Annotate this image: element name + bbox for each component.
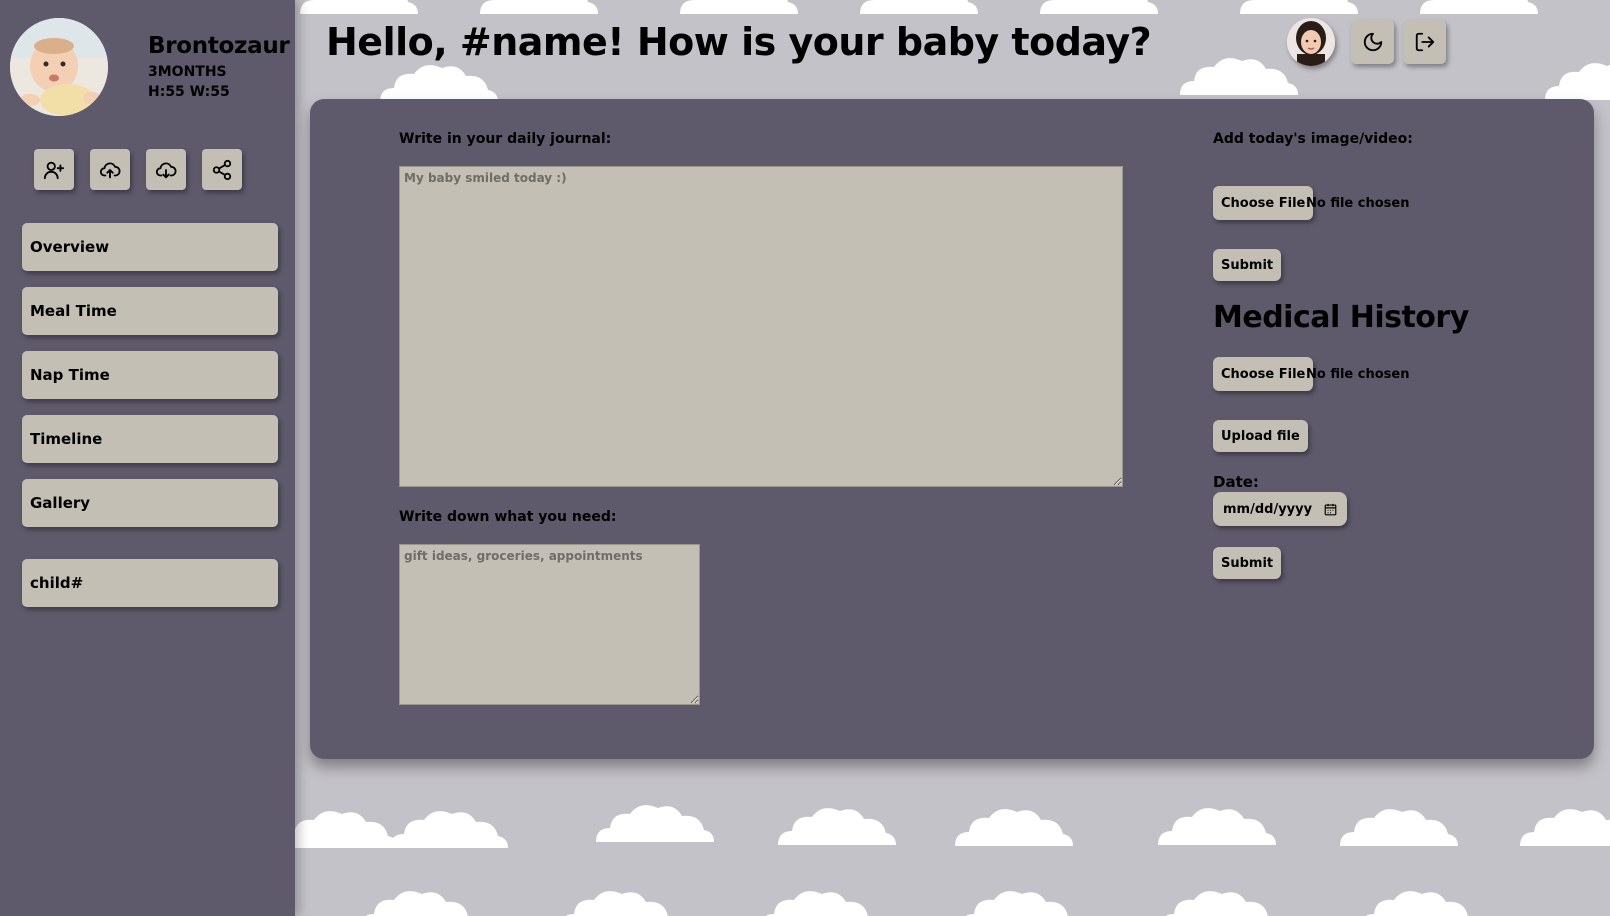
upload-file-button[interactable]: Upload file [1213, 420, 1308, 452]
baby-height-weight: H:55 W:55 [148, 84, 230, 100]
user-photo-icon [1287, 18, 1335, 66]
theme-toggle-button[interactable] [1351, 20, 1394, 64]
baby-name: Brontozaur [148, 33, 290, 59]
user-avatar[interactable] [1287, 18, 1335, 66]
date-placeholder: mm/dd/yyyy [1223, 501, 1313, 517]
date-input[interactable]: mm/dd/yyyy [1213, 492, 1347, 526]
add-user-icon [43, 161, 65, 179]
logout-button[interactable] [1403, 20, 1446, 64]
calendar-icon[interactable] [1324, 503, 1337, 516]
medical-submit-button[interactable]: Submit [1213, 547, 1282, 579]
date-label: Date: [1213, 473, 1259, 491]
baby-photo-icon [10, 18, 108, 116]
baby-age: 3MONTHS [148, 64, 227, 80]
journal-textarea[interactable] [399, 166, 1123, 487]
page-title: Hello, #name! How is your baby today? [326, 20, 1152, 64]
needs-label: Write down what you need: [399, 509, 617, 525]
nav-timeline[interactable]: Timeline [22, 415, 278, 463]
logout-icon [1415, 32, 1434, 52]
medical-history-heading: Medical History [1213, 300, 1469, 335]
media-label: Add today's image/video: [1213, 131, 1413, 147]
download-cloud-button[interactable] [146, 149, 186, 190]
journal-label: Write in your daily journal: [399, 131, 612, 147]
nav-child[interactable]: child# [22, 559, 278, 607]
add-user-button[interactable] [34, 149, 74, 190]
nav-gallery[interactable]: Gallery [22, 479, 278, 527]
main-panel: Write in your daily journal: Write down … [310, 99, 1594, 759]
media-choose-file-button[interactable]: Choose File [1213, 186, 1314, 220]
medical-choose-file-button[interactable]: Choose File [1213, 357, 1314, 391]
nav-nap-time[interactable]: Nap Time [22, 351, 278, 399]
media-file-status: No file chosen [1306, 196, 1410, 211]
share-icon [212, 159, 232, 180]
cloud-upload-icon [99, 162, 121, 178]
sidebar: Brontozaur 3MONTHS H:55 W:55 Overview Me… [0, 0, 295, 916]
cloud-download-icon [155, 162, 177, 178]
baby-avatar[interactable] [10, 18, 108, 116]
share-button[interactable] [202, 149, 242, 190]
moon-icon [1363, 32, 1382, 52]
needs-textarea[interactable] [399, 544, 700, 705]
nav-overview[interactable]: Overview [22, 223, 278, 271]
medical-file-status: No file chosen [1306, 367, 1410, 382]
upload-cloud-button[interactable] [90, 149, 130, 190]
nav-meal-time[interactable]: Meal Time [22, 287, 278, 335]
sidebar-action-row [34, 149, 242, 190]
media-submit-button[interactable]: Submit [1213, 249, 1282, 281]
